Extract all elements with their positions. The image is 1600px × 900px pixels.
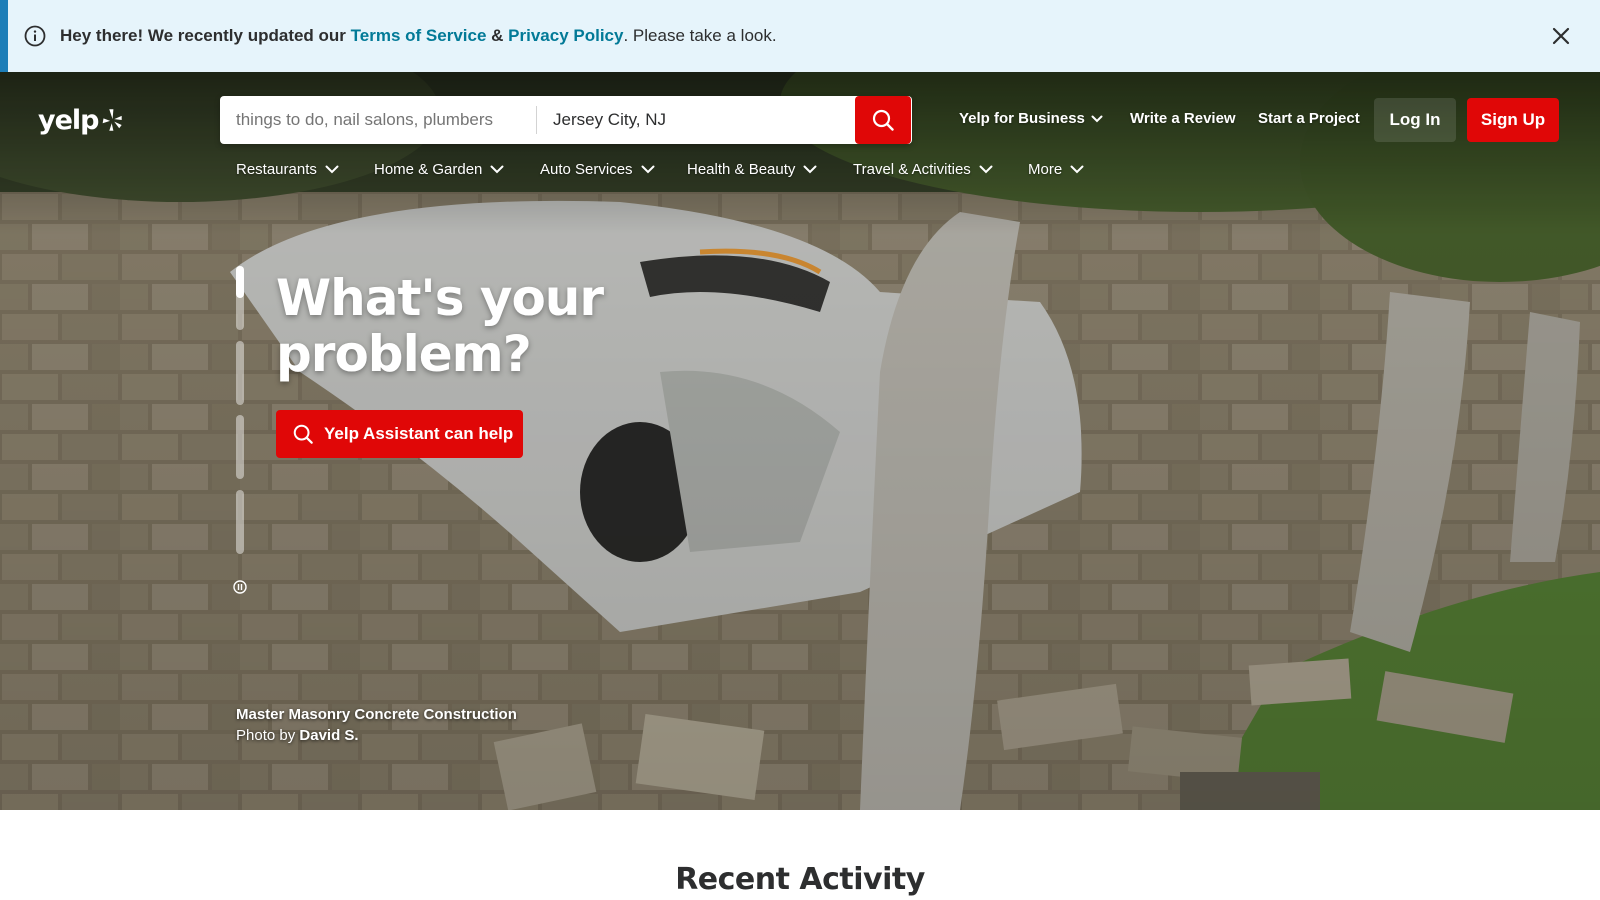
category-travel-activities[interactable]: Travel & Activities	[853, 158, 1028, 182]
business-name-link[interactable]: Master Masonry Concrete Construction	[236, 704, 517, 725]
yelp-for-business-label: Yelp for Business	[959, 110, 1085, 127]
yelp-assistant-label: Yelp Assistant can help	[324, 424, 514, 443]
notice-trail: . Please take a look.	[623, 26, 777, 45]
yelp-burst-icon	[102, 109, 122, 131]
slide-indicator-2[interactable]	[236, 341, 244, 405]
yelp-for-business-menu[interactable]: Yelp for Business	[959, 108, 1103, 130]
photo-credit: Master Masonry Concrete Construction Pho…	[236, 704, 517, 746]
category-more[interactable]: More	[1028, 158, 1108, 182]
slide-indicator-1[interactable]	[236, 266, 244, 330]
hero-headline-line-1: What's your	[276, 269, 604, 327]
category-label: Travel & Activities	[853, 161, 971, 178]
pause-icon[interactable]	[233, 580, 247, 594]
category-label: Health & Beauty	[687, 161, 796, 178]
start-a-project-link[interactable]: Start a Project	[1258, 108, 1360, 130]
category-health-beauty[interactable]: Health & Beauty	[687, 158, 853, 182]
notice-accent-bar	[0, 0, 8, 72]
chevron-down-icon	[979, 159, 993, 181]
notice-greeting: Hey there! We recently updated our	[60, 26, 346, 45]
search-icon	[872, 109, 894, 131]
search-bar	[220, 96, 912, 144]
log-in-button[interactable]: Log In	[1374, 98, 1456, 142]
chevron-down-icon	[1091, 108, 1103, 130]
photo-by-line: Photo by David S.	[236, 725, 517, 746]
close-icon[interactable]	[1548, 23, 1574, 49]
category-home-garden[interactable]: Home & Garden	[374, 158, 540, 182]
find-input[interactable]	[220, 96, 536, 144]
notice-banner: Hey there! We recently updated our Terms…	[0, 0, 1600, 72]
category-nav: Restaurants Home & Garden Auto Services …	[236, 158, 1108, 182]
notice-amp: &	[491, 26, 504, 45]
category-label: Restaurants	[236, 161, 317, 178]
slide-indicator-4[interactable]	[236, 490, 244, 554]
chevron-down-icon	[1070, 159, 1084, 181]
logo-wordmark: yelp	[38, 104, 99, 136]
write-a-review-link[interactable]: Write a Review	[1130, 108, 1236, 130]
category-label: Home & Garden	[374, 161, 483, 178]
yelp-assistant-button[interactable]: Yelp Assistant can help	[276, 410, 523, 458]
photographer-link[interactable]: David S.	[299, 727, 358, 744]
search-icon	[293, 424, 313, 444]
category-label: Auto Services	[540, 161, 633, 178]
notice-message: Hey there! We recently updated our Terms…	[60, 24, 777, 48]
hero-headline: What's your problem?	[276, 270, 676, 382]
privacy-policy-link[interactable]: Privacy Policy	[508, 26, 623, 45]
terms-of-service-link[interactable]: Terms of Service	[351, 26, 487, 45]
chevron-down-icon	[803, 159, 817, 181]
chevron-down-icon	[325, 159, 339, 181]
hero-headline-line-2: problem?	[276, 325, 532, 383]
slide-indicator-fill	[236, 266, 244, 298]
category-label: More	[1028, 161, 1063, 178]
info-icon	[24, 25, 46, 47]
yelp-logo[interactable]: yelp	[38, 102, 122, 138]
location-input[interactable]	[537, 96, 855, 144]
search-button[interactable]	[855, 96, 911, 144]
photo-by-label: Photo by	[236, 727, 296, 744]
sign-up-button[interactable]: Sign Up	[1467, 98, 1559, 142]
chevron-down-icon	[641, 159, 655, 181]
category-auto-services[interactable]: Auto Services	[540, 158, 687, 182]
recent-activity-heading: Recent Activity	[675, 862, 925, 897]
chevron-down-icon	[490, 159, 504, 181]
slide-indicator-3[interactable]	[236, 415, 244, 479]
category-restaurants[interactable]: Restaurants	[236, 158, 374, 182]
